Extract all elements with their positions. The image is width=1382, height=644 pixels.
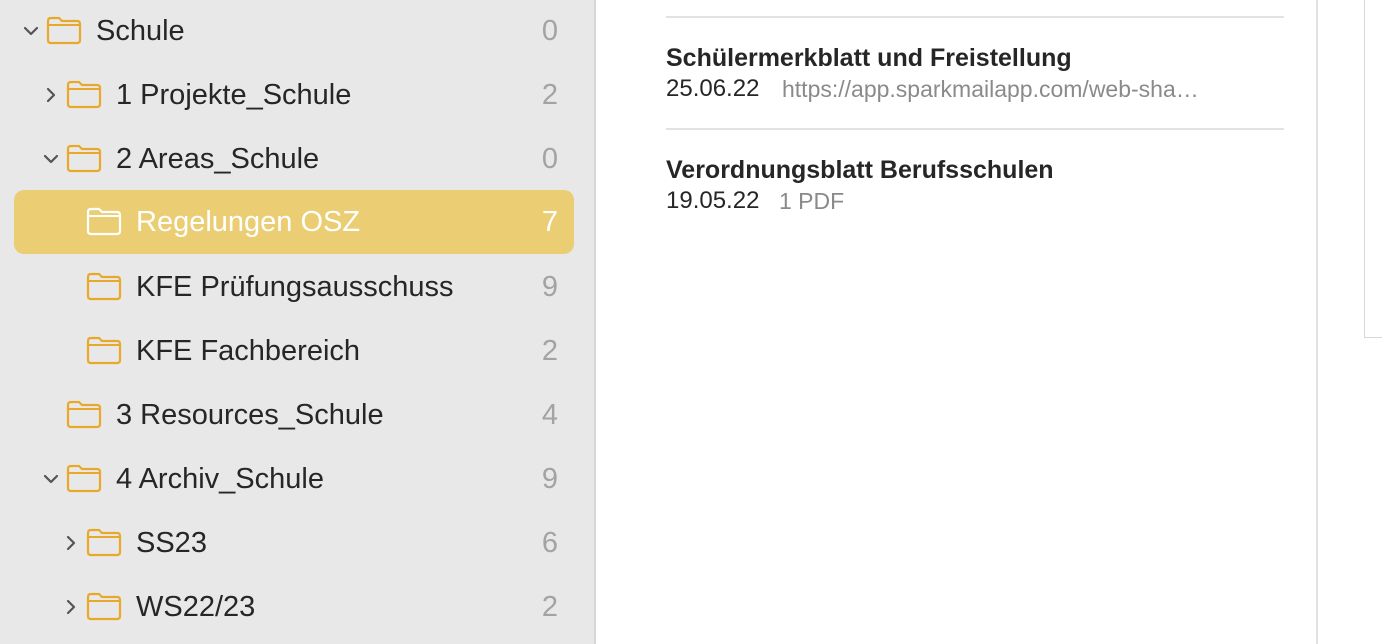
folder-icon [66,400,102,429]
sidebar-item-ws22-23[interactable]: WS22/23 2 [14,575,574,639]
note-snippet: https://app.sparkmailapp.com/web-sha… [782,76,1199,102]
divider [666,128,1284,130]
sidebar-item-label: 3 Resources_Schule [116,399,384,431]
note-title: Verordnungsblatt Berufsschulen [666,156,1054,184]
note-list: Schülermerkblatt und Freistellung 25.06.… [596,0,1316,644]
sidebar-item-label: 4 Archiv_Schule [116,463,324,495]
note-editor-pane[interactable] [1318,0,1382,644]
item-count: 0 [541,15,558,47]
item-count: 6 [541,527,558,559]
sidebar-item-regelungen-osz[interactable]: Regelungen OSZ 7 [14,190,574,254]
notes-window: Schule 0 1 Projekte_Schule 2 2 Areas_Sch… [0,0,1382,644]
sidebar-item-label: KFE Fachbereich [136,335,361,367]
folder-icon [86,336,122,365]
sidebar-item-label: SS23 [136,527,207,559]
chevron-right-icon[interactable] [42,86,60,104]
folder-icon [86,592,122,621]
folder-icon [66,464,102,493]
chevron-down-icon[interactable] [42,470,60,488]
divider [666,16,1284,18]
sidebar-item-label: WS22/23 [136,591,256,623]
sidebar-item-projekte-schule[interactable]: 1 Projekte_Schule 2 [14,63,574,127]
folder-sidebar: Schule 0 1 Projekte_Schule 2 2 Areas_Sch… [0,0,596,644]
sidebar-item-resources-schule[interactable]: 3 Resources_Schule 4 [14,383,574,447]
chevron-right-icon[interactable] [62,534,80,552]
note-date: 25.06.22 [666,75,760,102]
item-count: 0 [541,143,558,175]
chevron-down-icon[interactable] [42,150,60,168]
sidebar-item-label: Regelungen OSZ [136,206,361,238]
sidebar-item-label: 1 Projekte_Schule [116,79,352,111]
sidebar-item-kfe-fachbereich[interactable]: KFE Fachbereich 2 [14,319,574,383]
note-date: 19.05.22 [666,187,760,214]
sidebar-item-archiv-schule[interactable]: 4 Archiv_Schule 9 [14,447,574,511]
item-count: 2 [541,79,558,111]
folder-icon [86,528,122,557]
folder-icon [86,272,122,301]
sidebar-item-label: 2 Areas_Schule [116,143,320,175]
folder-icon [66,80,102,109]
item-count: 9 [541,271,558,303]
folder-icon [66,144,102,173]
note-list-item[interactable]: Verordnungsblatt Berufsschulen 19.05.22 … [666,156,1284,246]
folder-icon [46,16,82,45]
chevron-right-icon[interactable] [62,598,80,616]
item-count: 4 [541,399,558,431]
sidebar-item-label: KFE Prüfungsausschuss [136,271,454,303]
sidebar-item-label: Schule [96,15,185,47]
sidebar-item-kfe-pruefungsausschuss[interactable]: KFE Prüfungsausschuss 9 [14,255,574,319]
sidebar-item-ss23[interactable]: SS23 6 [14,511,574,575]
item-count: 2 [541,335,558,367]
sidebar-item-areas-schule[interactable]: 2 Areas_Schule 0 [14,127,574,191]
item-count: 2 [541,591,558,623]
folder-icon [86,207,122,236]
chevron-down-icon[interactable] [22,22,40,40]
note-list-item[interactable]: Schülermerkblatt und Freistellung 25.06.… [666,44,1284,134]
editor-frame [1364,0,1382,338]
item-count: 9 [541,463,558,495]
sidebar-item-schule[interactable]: Schule 0 [14,0,574,63]
item-count: 7 [541,206,558,238]
note-title: Schülermerkblatt und Freistellung [666,44,1072,72]
note-snippet: 1 PDF [779,188,845,214]
